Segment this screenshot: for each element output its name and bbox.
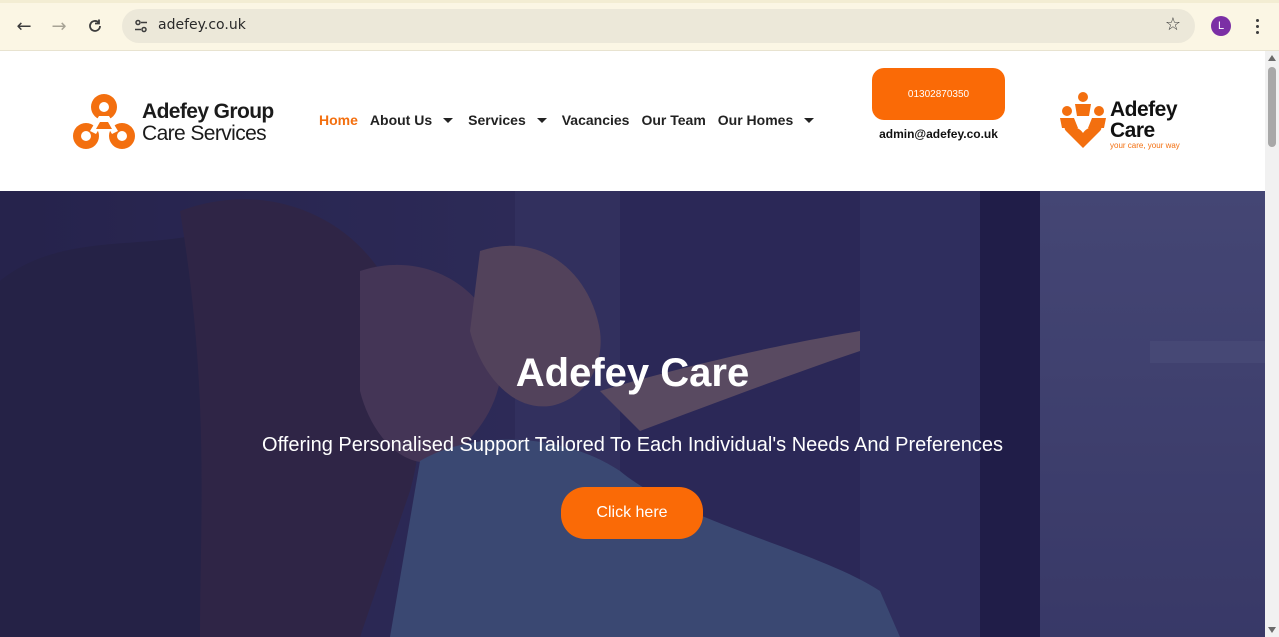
scroll-up-icon[interactable] bbox=[1268, 55, 1276, 61]
care-logo-line2: Care bbox=[1110, 119, 1155, 142]
care-logo-tagline: your care, your way bbox=[1110, 141, 1180, 150]
tune-icon[interactable] bbox=[130, 15, 152, 37]
scroll-down-icon[interactable] bbox=[1268, 627, 1276, 633]
group-logo-line2: Care Services bbox=[142, 121, 267, 145]
scrollbar-thumb[interactable] bbox=[1268, 67, 1276, 147]
hero-title: Adefey Care bbox=[515, 351, 750, 395]
group-logo-mark bbox=[73, 94, 135, 149]
phone-button[interactable]: 01302870350 bbox=[872, 68, 1005, 120]
care-people-icon bbox=[1060, 92, 1106, 148]
nav-services[interactable]: Services bbox=[468, 112, 550, 128]
tab-strip-edge bbox=[0, 0, 1279, 3]
group-logo[interactable]: Adefey Group Care Services bbox=[72, 91, 274, 153]
care-logo-line1: Adefey bbox=[1110, 98, 1178, 121]
nav-about-us-label: About Us bbox=[369, 112, 433, 128]
hero-subtitle: Offering Personalised Support Tailored T… bbox=[262, 434, 1003, 456]
page-scrollbar[interactable] bbox=[1265, 51, 1279, 637]
nav-our-homes[interactable]: Our Homes bbox=[718, 112, 817, 128]
browser-toolbar: ← → adefey.co.uk ☆ L bbox=[0, 0, 1279, 51]
adefey-care-logo[interactable]: Adefey Care your care, your way bbox=[1058, 91, 1180, 151]
arrow-right-icon[interactable]: → bbox=[45, 12, 73, 40]
hero-section: Adefey Care Offering Personalised Suppor… bbox=[0, 191, 1265, 637]
chevron-down-icon[interactable] bbox=[443, 117, 454, 123]
nav-about-us[interactable]: About Us bbox=[370, 112, 456, 128]
click-here-button[interactable]: Click here bbox=[561, 487, 703, 539]
nav-home[interactable]: Home bbox=[319, 112, 358, 128]
nav-vacancies-label: Vacancies bbox=[561, 112, 630, 128]
nav-home-label: Home bbox=[319, 112, 358, 128]
kebab-menu-icon[interactable] bbox=[1249, 13, 1265, 39]
reload-icon[interactable] bbox=[81, 12, 109, 40]
nav-vacancies[interactable]: Vacancies bbox=[562, 112, 630, 128]
site-header: Adefey Group Care Services Home About Us… bbox=[0, 51, 1265, 191]
url-text[interactable]: adefey.co.uk bbox=[158, 17, 246, 33]
page-viewport: Adefey Group Care Services Home About Us… bbox=[0, 51, 1265, 637]
star-icon[interactable]: ☆ bbox=[1165, 14, 1181, 35]
arrow-left-icon[interactable]: ← bbox=[10, 12, 38, 40]
nav-our-team[interactable]: Our Team bbox=[641, 112, 705, 128]
chevron-down-icon[interactable] bbox=[536, 117, 547, 123]
chevron-down-icon[interactable] bbox=[804, 117, 815, 123]
main-navigation: Home About Us Services Vacancies Our Tea… bbox=[319, 112, 829, 128]
address-bar[interactable]: adefey.co.uk ☆ bbox=[122, 9, 1195, 43]
nav-services-label: Services bbox=[468, 112, 526, 128]
email-link[interactable]: admin@adefey.co.uk bbox=[872, 127, 1005, 141]
group-logo-line1: Adefey Group bbox=[142, 99, 274, 123]
hero-background-image bbox=[0, 191, 1265, 637]
nav-our-team-label: Our Team bbox=[641, 112, 706, 128]
nav-our-homes-label: Our Homes bbox=[717, 112, 794, 128]
profile-avatar[interactable]: L bbox=[1211, 16, 1231, 36]
